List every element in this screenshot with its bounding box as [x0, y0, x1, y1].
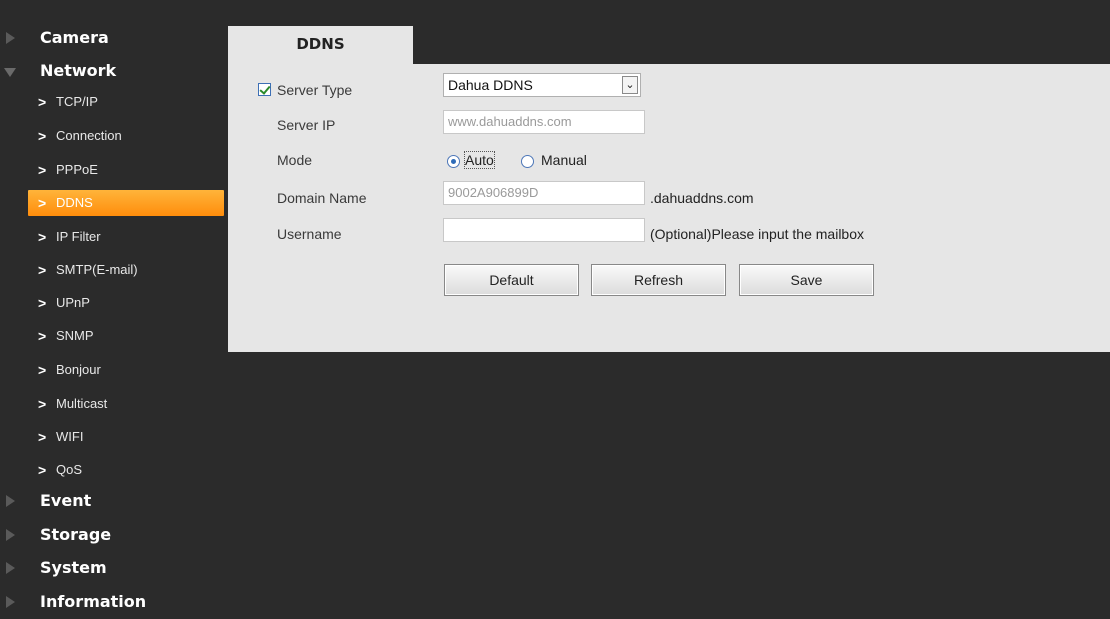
chevron-right-icon: > [38, 362, 47, 378]
sidebar-item-qos[interactable]: > QoS [28, 457, 224, 483]
sidebar-item-ddns[interactable]: > DDNS [28, 190, 224, 216]
chevron-right-icon: > [38, 94, 47, 110]
domain-name-label: Domain Name [277, 190, 367, 206]
sidebar-item-bonjour[interactable]: > Bonjour [28, 357, 224, 383]
sidebar-item-label: SMTP(E-mail) [56, 262, 138, 277]
username-label: Username [277, 226, 342, 242]
sidebar-item-wifi[interactable]: > WIFI [28, 424, 224, 450]
sidebar-category-label: System [40, 558, 107, 577]
chevron-right-icon: > [38, 295, 47, 311]
sidebar-category-label: Network [40, 61, 117, 80]
sidebar-item-label: Bonjour [56, 362, 101, 377]
sidebar-item-label: PPPoE [56, 162, 98, 177]
domain-suffix: .dahuaddns.com [650, 190, 754, 206]
chevron-right-icon: > [38, 328, 47, 344]
sidebar-item-ip-filter[interactable]: > IP Filter [28, 224, 224, 250]
server-type-select[interactable]: Dahua DDNS ⌄ [443, 73, 641, 97]
triangle-right-icon [6, 529, 15, 541]
default-button[interactable]: Default [444, 264, 579, 296]
sidebar-item-multicast[interactable]: > Multicast [28, 391, 224, 417]
server-type-value: Dahua DDNS [448, 77, 533, 93]
mode-manual-radio[interactable] [521, 155, 534, 168]
mode-auto-label[interactable]: Auto [464, 151, 495, 169]
chevron-right-icon: > [38, 396, 47, 412]
save-button[interactable]: Save [739, 264, 874, 296]
sidebar-category-label: Camera [40, 28, 109, 47]
server-ip-label: Server IP [277, 117, 336, 133]
server-type-checkbox[interactable] [258, 83, 271, 96]
chevron-right-icon: > [38, 128, 47, 144]
mode-manual-label[interactable]: Manual [541, 152, 587, 168]
sidebar-item-connection[interactable]: > Connection [28, 123, 224, 149]
sidebar-category-label: Information [40, 592, 147, 611]
sidebar-category-label: Storage [40, 525, 112, 544]
sidebar-item-label: SNMP [56, 328, 94, 343]
sidebar-item-label: UPnP [56, 295, 90, 310]
triangle-down-icon [4, 68, 16, 77]
ddns-settings-panel [228, 64, 1110, 352]
chevron-right-icon: > [38, 462, 47, 478]
domain-name-field[interactable]: 9002A906899D [443, 181, 645, 205]
sidebar-item-label: Multicast [56, 396, 108, 411]
sidebar-item-snmp[interactable]: > SNMP [28, 323, 224, 349]
chevron-right-icon: > [38, 429, 47, 445]
refresh-button[interactable]: Refresh [591, 264, 726, 296]
sidebar-item-label: IP Filter [56, 229, 101, 244]
triangle-right-icon [6, 596, 15, 608]
tab-ddns[interactable]: DDNS [228, 26, 413, 64]
sidebar-item-label: TCP/IP [56, 94, 98, 109]
chevron-right-icon: > [38, 229, 47, 245]
mode-auto-radio[interactable] [447, 155, 460, 168]
server-type-label: Server Type [277, 82, 353, 98]
sidebar: Camera Network > TCP/IP > Connection > P… [0, 0, 228, 619]
sidebar-item-label: Connection [56, 128, 122, 143]
triangle-right-icon [6, 32, 15, 44]
sidebar-item-pppoe[interactable]: > PPPoE [28, 157, 224, 183]
sidebar-item-tcpip[interactable]: > TCP/IP [28, 89, 224, 115]
chevron-right-icon: > [38, 262, 47, 278]
chevron-right-icon: > [38, 162, 47, 178]
server-ip-field[interactable]: www.dahuaddns.com [443, 110, 645, 134]
chevron-right-icon: > [38, 195, 47, 211]
sidebar-item-label: DDNS [56, 195, 93, 210]
triangle-right-icon [6, 562, 15, 574]
sidebar-item-upnp[interactable]: > UPnP [28, 290, 224, 316]
sidebar-item-label: WIFI [56, 429, 84, 444]
sidebar-item-smtp[interactable]: > SMTP(E-mail) [28, 257, 224, 283]
sidebar-item-label: QoS [56, 462, 83, 477]
app-frame: Camera Network > TCP/IP > Connection > P… [0, 0, 1110, 619]
username-field[interactable] [443, 218, 645, 242]
chevron-down-icon[interactable]: ⌄ [622, 76, 638, 94]
triangle-right-icon [6, 495, 15, 507]
username-hint: (Optional)Please input the mailbox [650, 226, 865, 242]
sidebar-category-label: Event [40, 491, 92, 510]
mode-label: Mode [277, 152, 313, 168]
